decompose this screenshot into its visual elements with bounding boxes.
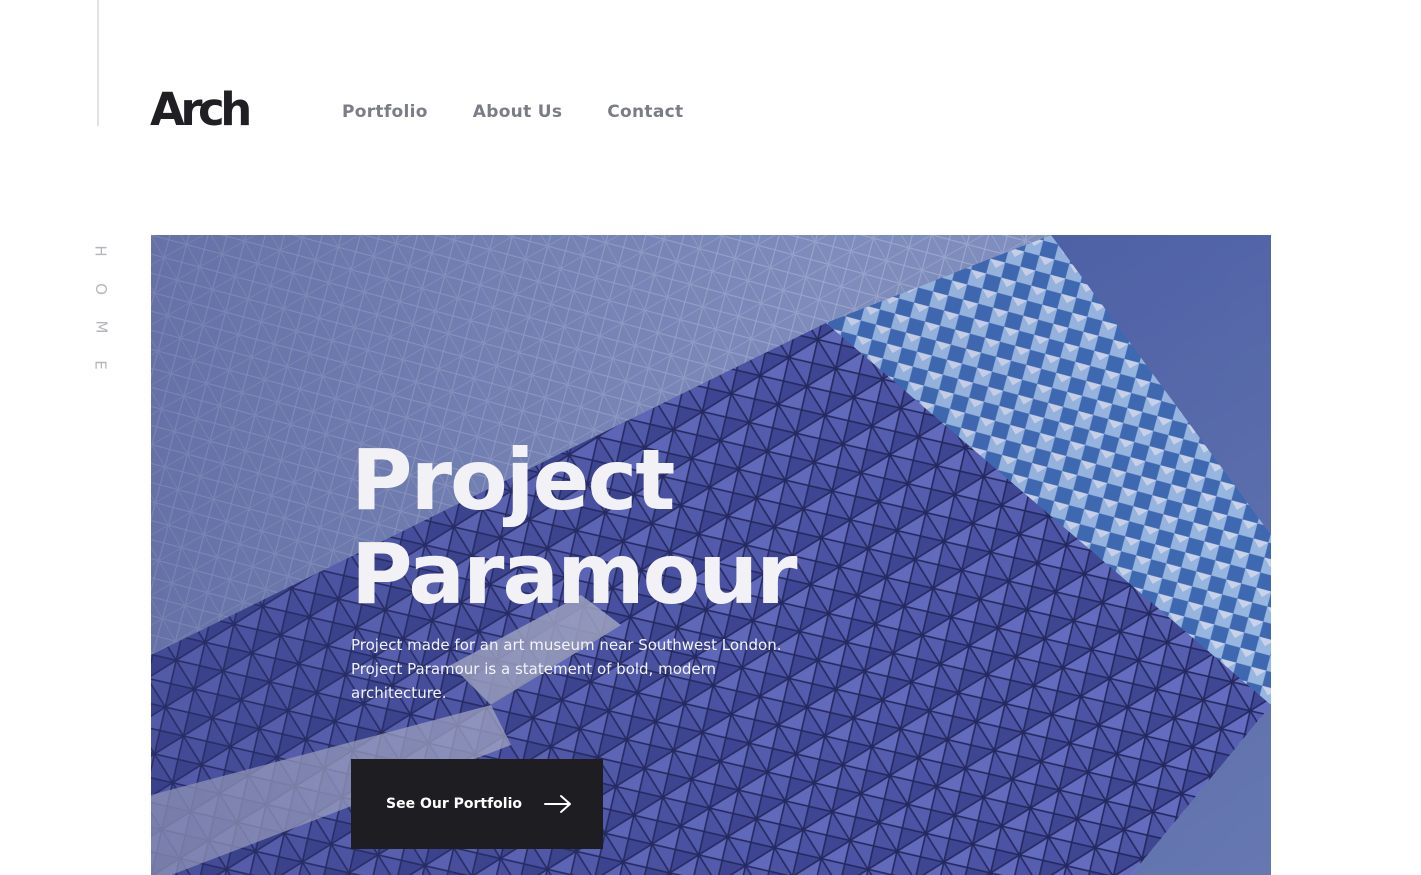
arrow-right-icon bbox=[544, 795, 571, 813]
nav-item-contact[interactable]: Contact bbox=[607, 100, 683, 124]
nav-item-about-us[interactable]: About Us bbox=[473, 100, 562, 124]
brand-logo[interactable]: Arch bbox=[150, 82, 252, 138]
hero-title-line-1: Project bbox=[351, 431, 675, 529]
page-section-label: H O M E bbox=[92, 232, 110, 384]
hero-description: Project made for an art museum near Sout… bbox=[351, 636, 782, 702]
see-portfolio-button[interactable]: See Our Portfolio bbox=[351, 759, 603, 849]
main-nav: Portfolio About Us Contact bbox=[342, 100, 683, 124]
see-portfolio-label: See Our Portfolio bbox=[386, 796, 522, 812]
hero-text-block: Project Paramour Project made for an art… bbox=[351, 433, 911, 705]
section-label-letter: E bbox=[91, 360, 110, 370]
page: H O M E Arch Portfolio About Us Contact bbox=[0, 0, 1421, 875]
section-label-letter: H bbox=[92, 245, 110, 257]
nav-item-portfolio[interactable]: Portfolio bbox=[342, 100, 428, 124]
hero-banner: Project Paramour Project made for an art… bbox=[151, 235, 1271, 875]
hero-title-line-2: Paramour bbox=[351, 525, 798, 623]
side-divider bbox=[97, 0, 99, 126]
section-label-letter: O bbox=[92, 283, 110, 295]
section-label-letter: M bbox=[91, 320, 110, 334]
hero-title: Project Paramour bbox=[351, 433, 911, 621]
